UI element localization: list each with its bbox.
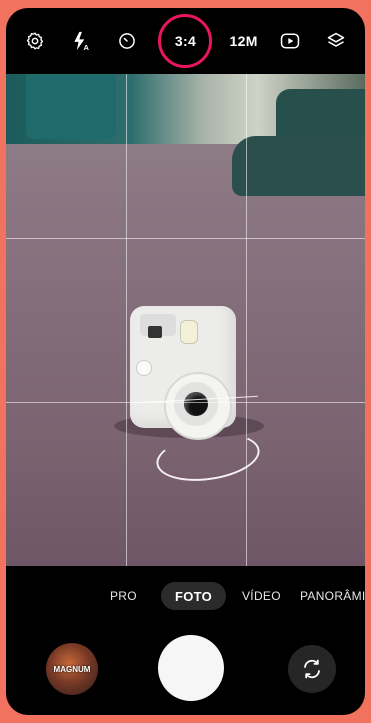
shutter-button[interactable] xyxy=(158,635,224,701)
aspect-ratio-button[interactable]: 3:4 xyxy=(158,14,213,68)
motion-photo-icon xyxy=(280,33,299,49)
svg-text:A: A xyxy=(84,43,90,52)
mode-video[interactable]: VÍDEO xyxy=(242,582,281,610)
mode-foto[interactable]: FOTO xyxy=(161,582,227,610)
camera-viewfinder-window xyxy=(148,326,162,338)
grid-line-horizontal xyxy=(6,402,365,403)
resolution-label: 12M xyxy=(229,33,258,49)
flash-auto-icon: A xyxy=(74,31,90,52)
timer-icon xyxy=(119,33,136,49)
gear-icon xyxy=(26,32,44,50)
mode-selector: PRO FOTO VÍDEO PANORÂMICA xyxy=(6,582,365,612)
resolution-button[interactable]: 12M xyxy=(229,21,259,61)
camera-power-button xyxy=(136,360,152,376)
camera-flip-icon xyxy=(304,659,320,679)
camera-app: A 3:4 12M PRO FOTO VÍDEO PANORÂMI MAGNUM xyxy=(6,8,365,715)
mode-panoramica[interactable]: PANORÂMICA xyxy=(300,582,365,610)
flash-button[interactable]: A xyxy=(66,21,96,61)
grid-line-vertical xyxy=(126,74,127,566)
gallery-thumbnail[interactable]: MAGNUM xyxy=(46,643,98,695)
grid-line-vertical xyxy=(246,74,247,566)
scene-sofa xyxy=(232,136,365,196)
top-toolbar: A 3:4 12M xyxy=(6,8,365,74)
layers-icon xyxy=(327,32,345,47)
scene-chair xyxy=(26,74,116,139)
motion-photo-button[interactable] xyxy=(275,21,305,61)
gallery-thumbnail-text: MAGNUM xyxy=(53,664,91,674)
mode-pro[interactable]: PRO xyxy=(110,582,137,610)
ratio-highlight-ring xyxy=(158,14,213,68)
settings-button[interactable] xyxy=(20,21,50,61)
grid-line-horizontal xyxy=(6,238,365,239)
camera-flash xyxy=(180,320,198,344)
switch-camera-button[interactable] xyxy=(288,645,336,693)
camera-viewfinder[interactable]: .6 1× 2 3 xyxy=(6,74,365,566)
timer-button[interactable] xyxy=(112,21,142,61)
camera-lens xyxy=(184,392,208,416)
filters-button[interactable] xyxy=(321,21,351,61)
